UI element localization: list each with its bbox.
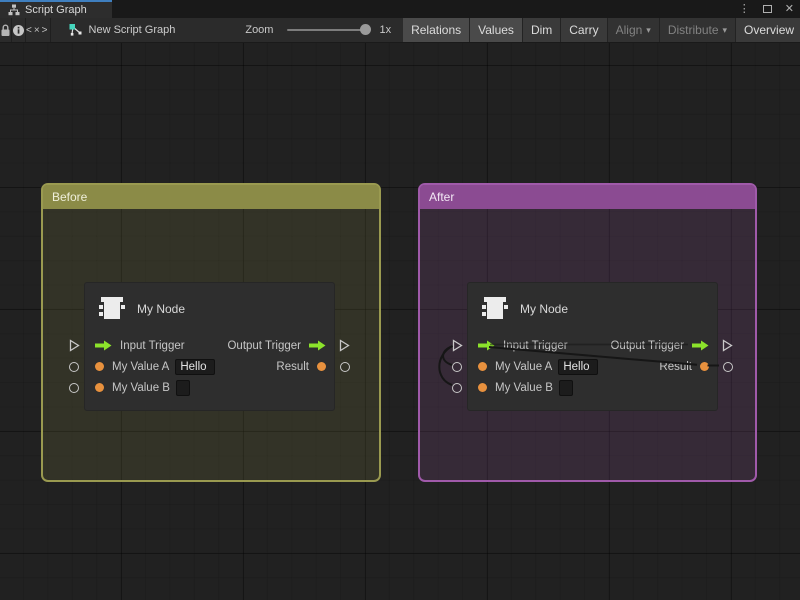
window-controls: ⋮ ✕ [739,0,794,18]
output-trigger-label: Output Trigger [610,340,684,352]
lock-icon [0,24,11,37]
values-button[interactable]: Values [470,18,523,42]
value-b-port-icon[interactable] [478,383,487,392]
value-b-input[interactable] [559,380,573,396]
graph-name-label: New Script Graph [89,24,176,36]
tab-script-graph[interactable]: Script Graph [0,0,112,18]
code-view-button[interactable]: <×> [26,18,51,42]
output-trigger-connection-port[interactable] [339,339,350,352]
node-title: My Node [520,302,568,316]
node-title: My Node [137,302,185,316]
output-trigger-connection-port[interactable] [722,339,733,352]
distribute-dropdown[interactable]: Distribute ▾ [660,18,736,42]
unit-node-icon [97,296,127,322]
value-a-input[interactable] [558,359,598,375]
graph-hierarchy-icon [8,4,20,16]
zoom-label: Zoom [245,24,273,36]
value-a-input[interactable] [175,359,215,375]
flow-input-port-icon[interactable] [478,340,495,351]
value-a-label: My Value A [495,361,552,373]
node-my-node-before[interactable]: My Node Input Trigger Output Trigger [84,282,335,411]
toolbar-buttons: Relations Values Dim Carry Align ▾ Distr… [403,18,800,42]
value-b-connection-port[interactable] [452,383,462,393]
overview-button[interactable]: Overview [736,18,800,42]
close-icon[interactable]: ✕ [785,0,794,18]
group-before-title: Before [52,190,87,204]
maximize-icon[interactable] [763,5,772,13]
graph-toolbar: <×> New Script Graph Zoom 1x Relations V… [0,18,800,43]
relations-button[interactable]: Relations [403,18,470,42]
value-a-row: My Value A Result [85,356,334,377]
input-trigger-connection-port[interactable] [69,339,80,352]
group-after-header[interactable]: After [420,185,755,209]
tab-title: Script Graph [25,4,87,16]
result-label: Result [276,361,309,373]
trigger-row: Input Trigger Output Trigger [468,335,717,356]
result-connection-port[interactable] [723,362,733,372]
value-b-label: My Value B [495,382,553,394]
zoom-slider-handle[interactable] [360,24,371,35]
value-b-row: My Value B [85,377,334,398]
lock-button[interactable] [0,18,12,42]
input-trigger-label: Input Trigger [120,340,185,352]
port-rows: Input Trigger Output Trigger My Value A … [85,335,334,398]
result-connection-port[interactable] [340,362,350,372]
flow-output-port-icon[interactable] [309,340,326,351]
value-a-port-icon[interactable] [478,362,487,371]
flow-input-port-icon[interactable] [95,340,112,351]
zoom-control: Zoom 1x [245,18,391,42]
carry-button[interactable]: Carry [561,18,607,42]
dim-button[interactable]: Dim [523,18,561,42]
value-b-row: My Value B [468,377,717,398]
value-a-row: My Value A Result [468,356,717,377]
output-trigger-label: Output Trigger [227,340,301,352]
result-port-icon[interactable] [317,362,326,371]
result-label: Result [659,361,692,373]
script-graph-icon [69,23,83,37]
value-a-label: My Value A [112,361,169,373]
input-trigger-label: Input Trigger [503,340,568,352]
unit-node-icon [480,296,510,322]
value-a-port-icon[interactable] [95,362,104,371]
align-dropdown[interactable]: Align ▾ [608,18,660,42]
result-port-icon[interactable] [700,362,709,371]
graph-breadcrumb[interactable]: New Script Graph [57,18,188,42]
value-b-label: My Value B [112,382,170,394]
port-rows: Input Trigger Output Trigger My Value A … [468,335,717,398]
node-my-node-after[interactable]: My Node Input Trigger Output Trigger [467,282,718,411]
node-header[interactable]: My Node [85,283,334,325]
kebab-menu-icon[interactable]: ⋮ [739,0,750,18]
chevron-down-icon: ▾ [646,25,651,36]
flow-output-port-icon[interactable] [692,340,709,351]
value-a-connection-port[interactable] [69,362,79,372]
group-after-title: After [429,190,454,204]
value-a-connection-port[interactable] [452,362,462,372]
node-header[interactable]: My Node [468,283,717,325]
zoom-value: 1x [379,24,391,36]
code-brackets-icon: <×> [26,25,50,36]
value-b-input[interactable] [176,380,190,396]
value-b-connection-port[interactable] [69,383,79,393]
input-trigger-connection-port[interactable] [452,339,463,352]
trigger-row: Input Trigger Output Trigger [85,335,334,356]
info-button[interactable] [12,18,26,42]
group-before-header[interactable]: Before [43,185,379,209]
script-graph-window: Script Graph ⋮ ✕ <×> [0,0,800,600]
chevron-down-icon: ▾ [723,25,728,36]
zoom-slider[interactable] [287,29,369,31]
graph-canvas[interactable]: Before After My Node [0,43,800,600]
tab-bar: Script Graph ⋮ ✕ [0,0,800,18]
info-icon [12,24,25,37]
value-b-port-icon[interactable] [95,383,104,392]
